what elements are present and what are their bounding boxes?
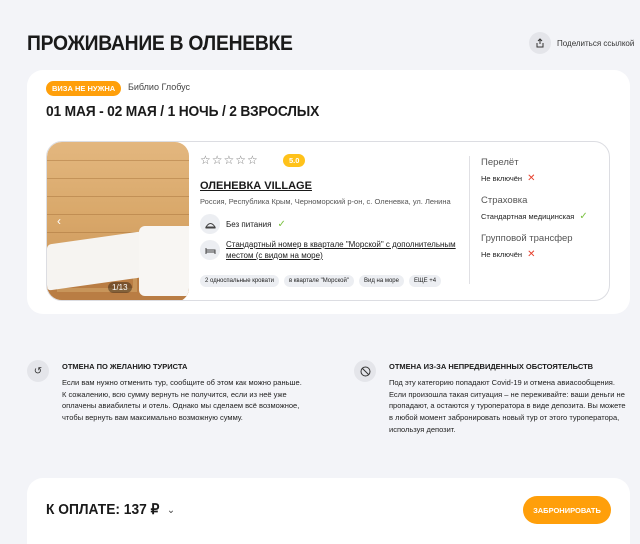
no-flight-icon xyxy=(354,360,376,382)
room-type-link[interactable]: Стандартный номер в квартале "Морской" с… xyxy=(226,239,456,261)
cross-icon: ✕ xyxy=(527,173,536,184)
service-insurance: Страховка Стандартная медицинская ✓ xyxy=(481,195,588,222)
divider xyxy=(469,156,470,284)
photo-counter: 1/13 xyxy=(108,282,132,293)
share-icon xyxy=(529,32,551,54)
hotel-stars: ☆☆☆☆☆ xyxy=(200,153,259,167)
hotel-card: ‹ 1/13 ☆☆☆☆☆ 5.0 ОЛЕНЕВКА VILLAGE Россия… xyxy=(46,141,610,301)
chevron-down-icon[interactable]: ⌄ xyxy=(167,505,175,516)
service-title: Групповой трансфер xyxy=(481,233,573,244)
bed-icon xyxy=(200,240,220,260)
offer-card: ВИЗА НЕ НУЖНА Библио Глобус 01 МАЯ - 02 … xyxy=(27,70,630,314)
cross-icon: ✕ xyxy=(527,249,536,260)
room-info[interactable]: Стандартный номер в квартале "Морской" с… xyxy=(200,239,456,261)
tag-quarter: в квартале "Морской" xyxy=(283,275,354,287)
share-label: Поделиться ссылкой xyxy=(557,38,635,48)
pay-label: К ОПЛАТЕ: 137 ₽ xyxy=(46,502,160,518)
visa-badge: ВИЗА НЕ НУЖНА xyxy=(46,81,122,96)
hotel-name-link[interactable]: ОЛЕНЕВКА VILLAGE xyxy=(200,180,312,192)
service-title: Страховка xyxy=(481,195,528,206)
meal-icon xyxy=(200,214,220,234)
cancel-force-text: Под эту категорию попадают Covid-19 и от… xyxy=(389,378,626,434)
service-transfer: Групповой трансфер Не включён ✕ xyxy=(481,233,573,260)
service-value: Стандартная медицинская xyxy=(481,212,575,221)
page-title: ПРОЖИВАНИЕ В ОЛЕНЕВКЕ xyxy=(27,32,293,55)
payment-total[interactable]: К ОПЛАТЕ: 137 ₽ ⌄ xyxy=(46,502,175,518)
tag-beds: 2 односпальные кровати xyxy=(200,275,279,287)
room-tags: 2 односпальные кровати в квартале "Морск… xyxy=(200,275,442,287)
photo-prev-icon[interactable]: ‹ xyxy=(57,214,61,228)
hotel-photo[interactable]: ‹ 1/13 xyxy=(47,142,189,300)
rating-badge: 5.0 xyxy=(283,154,306,167)
service-flight: Перелёт Не включён ✕ xyxy=(481,157,535,184)
service-value: Не включён xyxy=(481,174,523,183)
payment-bar: К ОПЛАТЕ: 137 ₽ ⌄ ЗАБРОНИРОВАТЬ xyxy=(27,478,630,544)
book-button[interactable]: ЗАБРОНИРОВАТЬ xyxy=(523,496,611,524)
tour-operator: Библио Глобус xyxy=(128,82,191,92)
room-line-1: Стандартный номер в квартале "Морской" с… xyxy=(226,240,456,249)
check-icon: ✓ xyxy=(277,218,286,230)
share-link-button[interactable]: Поделиться ссылкой xyxy=(529,32,634,54)
hotel-address: Россия, Республика Крым, Черноморский р-… xyxy=(200,197,451,206)
cancel-force-title: ОТМЕНА ИЗ-ЗА НЕПРЕДВИДЕННЫХ ОБСТОЯТЕЛЬСТ… xyxy=(389,362,594,371)
room-line-2: местом (с видом на море) xyxy=(226,251,323,260)
trip-dates: 01 МАЯ - 02 МАЯ / 1 НОЧЬ / 2 ВЗРОСЛЫХ xyxy=(46,103,320,120)
check-icon: ✓ xyxy=(579,211,588,222)
meal-info: Без питания ✓ xyxy=(200,214,286,234)
cancel-tourist-text: Если вам нужно отменить тур, сообщите об… xyxy=(62,378,302,423)
cancel-tourist-title: ОТМЕНА ПО ЖЕЛАНИЮ ТУРИСТА xyxy=(62,362,188,371)
tag-sea-view: Вид на море xyxy=(358,275,404,287)
service-title: Перелёт xyxy=(481,157,519,168)
tag-more[interactable]: ЕЩЕ +4 xyxy=(408,275,442,287)
meal-label: Без питания xyxy=(226,219,272,229)
service-value: Не включён xyxy=(481,250,523,259)
undo-icon: ↺ xyxy=(27,360,49,382)
